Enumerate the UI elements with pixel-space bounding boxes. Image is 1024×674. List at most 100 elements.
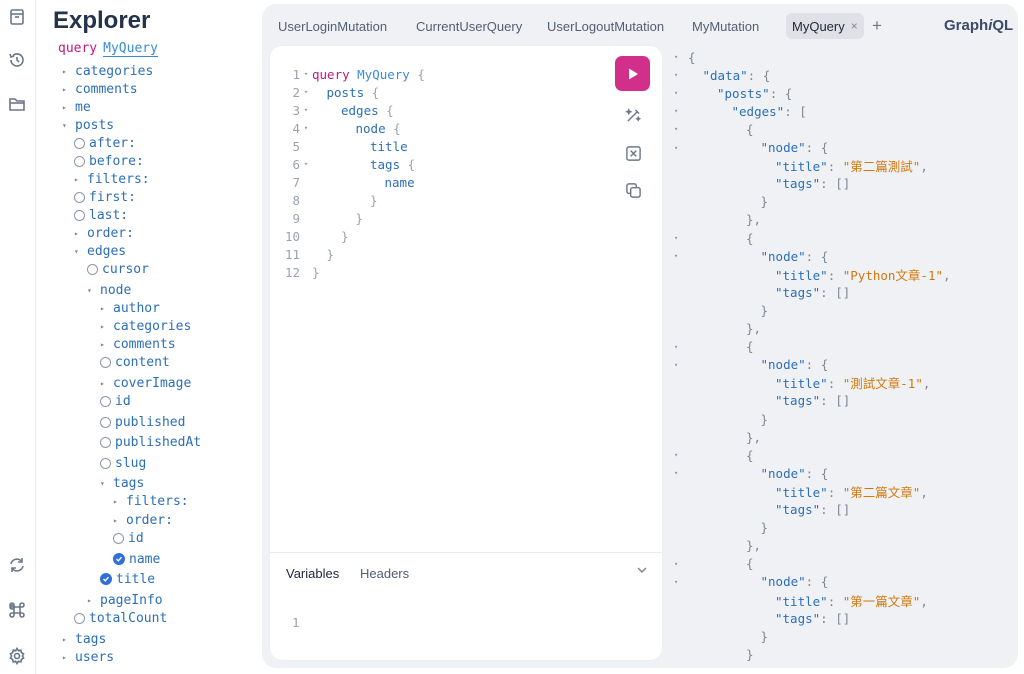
explorer-field-comments[interactable]: ▸ comments (62, 80, 138, 98)
add-tab-button[interactable]: + (872, 16, 882, 36)
fold-icon[interactable]: ▾ (674, 107, 684, 115)
command-icon[interactable] (6, 599, 28, 621)
chevron-down-icon[interactable] (635, 563, 651, 579)
json-punctuation: : (827, 593, 843, 609)
explorer-field-totalcount[interactable]: totalCount (74, 609, 167, 627)
fold-icon[interactable]: ▾ (674, 578, 684, 586)
fold-icon[interactable]: ▾ (674, 71, 684, 79)
code-text: node { (356, 121, 401, 136)
tab-user-login-mutation[interactable]: UserLoginMutation (272, 13, 393, 39)
explorer-field-after[interactable]: after: (74, 134, 136, 152)
explorer-field-node[interactable]: ▾ node (87, 281, 131, 299)
fold-icon[interactable]: ▾ (674, 125, 684, 133)
tab-user-logout-mutation[interactable]: UserLogoutMutation (541, 13, 670, 39)
line-number: 5 (292, 138, 300, 154)
explorer-field-order[interactable]: ▸ order: (113, 511, 173, 529)
fold-icon[interactable]: ▾ (674, 89, 684, 97)
result-line: ▾ "node": { (666, 573, 828, 591)
unchecked-circle-icon (100, 457, 111, 469)
result-text: { (746, 231, 754, 246)
explorer-field-filters[interactable]: ▸ filters: (74, 170, 150, 188)
fold-icon[interactable]: ▾ (674, 361, 684, 369)
explorer-field-pageinfo[interactable]: ▸ pageInfo (87, 591, 163, 609)
operation-name: MyQuery (357, 66, 410, 82)
json-punctuation: : (827, 376, 843, 392)
explorer-field-content[interactable]: content (100, 353, 170, 371)
tab-my-mutation[interactable]: MyMutation (686, 13, 765, 39)
result-line: "title": "測試文章-1", (666, 374, 930, 392)
explorer-field-id[interactable]: id (100, 392, 131, 410)
json-punctuation: : (827, 267, 843, 283)
copy-icon[interactable] (622, 179, 644, 201)
result-text: } (761, 520, 769, 535)
chevron-right-icon: ▸ (113, 496, 118, 506)
explorer-field-last[interactable]: last: (74, 206, 128, 224)
prettify-icon[interactable] (622, 104, 644, 126)
json-punctuation: : [ (784, 103, 807, 119)
explorer-field-tags[interactable]: ▸ tags (62, 630, 106, 648)
fold-icon[interactable]: ▾ (300, 88, 312, 96)
result-line: "title": "第二篇測試", (666, 157, 928, 175)
line-number: 11 (284, 246, 300, 262)
explorer-field-categories[interactable]: ▸ categories (62, 62, 153, 80)
fold-icon[interactable]: ▾ (674, 343, 684, 351)
explorer-field-id[interactable]: id (113, 529, 144, 547)
json-punctuation: : { (805, 357, 829, 373)
tab-variables[interactable]: Variables (286, 566, 339, 581)
folder-icon[interactable] (6, 93, 28, 115)
explorer-field-comments[interactable]: ▸ comments (100, 335, 176, 353)
history-icon[interactable] (6, 49, 28, 71)
refresh-icon[interactable] (6, 554, 28, 576)
result-text: "title": "第二篇測試", (775, 156, 928, 175)
result-text: } (761, 194, 769, 209)
fold-icon[interactable]: ▾ (300, 160, 312, 168)
fold-icon[interactable]: ▾ (674, 53, 684, 61)
explorer-field-first[interactable]: first: (74, 188, 136, 206)
explorer-field-categories[interactable]: ▸ categories (100, 317, 191, 335)
tab-current-user-query[interactable]: CurrentUserQuery (410, 13, 528, 39)
explorer-field-published[interactable]: published (100, 413, 185, 431)
explorer-field-name[interactable]: name (113, 550, 160, 568)
fold-icon[interactable]: ▾ (300, 106, 312, 114)
fold-icon[interactable]: ▾ (674, 144, 684, 152)
tab-headers[interactable]: Headers (360, 566, 409, 581)
explorer-field-before[interactable]: before: (74, 152, 144, 170)
field-label: published (115, 414, 186, 430)
result-line: } (666, 410, 769, 428)
fold-icon[interactable]: ▾ (300, 70, 312, 78)
explorer-field-posts[interactable]: ▾ posts (62, 116, 114, 134)
fold-icon[interactable]: ▾ (674, 469, 684, 477)
field-label: filters: (87, 171, 150, 187)
explorer-field-publishedat[interactable]: publishedAt (100, 433, 201, 451)
explorer-field-order[interactable]: ▸ order: (74, 224, 134, 242)
json-punctuation: , (922, 376, 931, 392)
fold-icon[interactable]: ▾ (674, 252, 684, 260)
explorer-field-edges[interactable]: ▾ edges (74, 242, 126, 260)
json-punctuation: : [] (820, 176, 851, 192)
fold-icon[interactable]: ▾ (674, 560, 684, 568)
explorer-field-users[interactable]: ▸ users (62, 648, 114, 666)
fold-icon[interactable]: ▾ (674, 451, 684, 459)
json-string: "第一篇文章" (842, 593, 921, 609)
explorer-field-me[interactable]: ▸ me (62, 98, 91, 116)
operation-name-input[interactable]: MyQuery (103, 41, 158, 57)
query-editor[interactable]: 1 ▾ query MyQuery {2 ▾ posts {3 ▾ edges {4 ▾ nod… (270, 46, 662, 660)
result-viewer[interactable]: ▾{▾ "data": {▾ "posts": {▾ "edges": [▾{▾ "no… (666, 46, 1018, 666)
run-button[interactable] (615, 56, 650, 91)
settings-icon[interactable] (6, 645, 28, 667)
explorer-field-coverimage[interactable]: ▸ coverImage (100, 374, 191, 392)
explorer-field-tags[interactable]: ▾ tags (100, 474, 144, 492)
close-icon[interactable]: × (851, 19, 858, 33)
explorer-field-author[interactable]: ▸ author (100, 299, 160, 317)
explorer-field-cursor[interactable]: cursor (87, 260, 149, 278)
merge-fragments-icon[interactable] (622, 142, 644, 164)
result-line: ▾ "node": { (666, 356, 828, 374)
document-icon[interactable] (6, 6, 28, 28)
result-line: ▾ "node": { (666, 247, 828, 265)
explorer-field-filters[interactable]: ▸ filters: (113, 492, 189, 510)
fold-icon[interactable]: ▾ (300, 124, 312, 132)
fold-icon[interactable]: ▾ (674, 234, 684, 242)
explorer-field-slug[interactable]: slug (100, 454, 146, 472)
explorer-field-title[interactable]: title (100, 570, 155, 588)
tab-my-query[interactable]: MyQuery × (786, 13, 864, 39)
